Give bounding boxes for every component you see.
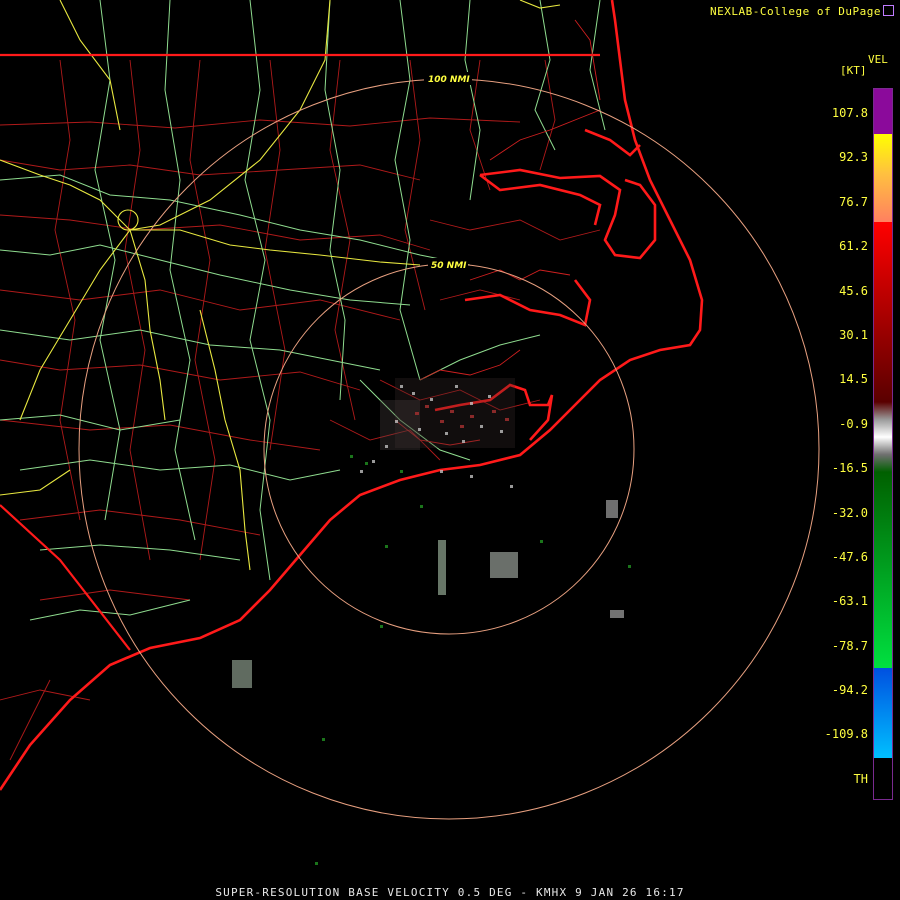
legend-label: -63.1	[831, 594, 868, 608]
legend-title: VEL	[868, 53, 888, 66]
velocity-color-bar	[873, 88, 893, 800]
legend-label: 92.3	[839, 150, 868, 164]
coastline	[0, 0, 704, 791]
product-caption: SUPER-RESOLUTION BASE VELOCITY 0.5 DEG -…	[215, 886, 685, 899]
legend-segment-orange	[874, 174, 892, 222]
legend-segment-green	[874, 472, 892, 668]
ring-100nmi	[78, 78, 820, 820]
highways	[0, 0, 606, 621]
legend-label: 107.8	[831, 106, 868, 120]
legend-label: -47.6	[831, 550, 868, 564]
ring-label-50: 50 NMI	[431, 261, 467, 271]
legend-segment-red	[874, 222, 892, 402]
legend-unit: [KT]	[840, 64, 867, 77]
legend-segment-yellow	[874, 134, 892, 174]
legend-label: -109.8	[824, 727, 868, 741]
legend-segment-purple	[874, 89, 892, 134]
legend-label: -32.0	[831, 506, 868, 520]
legend-label: -94.2	[831, 683, 868, 697]
legend-label: 61.2	[839, 239, 868, 253]
legend-label: -0.9	[839, 417, 868, 431]
logo-icon	[883, 5, 894, 16]
credit-label: NEXLAB-College of DuPage	[710, 4, 894, 18]
legend-label: 30.1	[839, 328, 868, 342]
legend-label: TH	[853, 772, 868, 786]
legend-segment-blue	[874, 668, 892, 758]
legend-label: -16.5	[831, 461, 868, 475]
legend-label: 45.6	[839, 284, 868, 298]
legend-segment-gray	[874, 402, 892, 472]
range-rings	[78, 78, 820, 820]
legend-label: -78.7	[831, 639, 868, 653]
radar-map: 100 NMI 50 NMI	[0, 0, 820, 865]
legend-label: 76.7	[839, 195, 868, 209]
ring-50nmi	[263, 263, 635, 635]
ring-label-100: 100 NMI	[428, 75, 470, 85]
credit-text: NEXLAB-College of DuPage	[710, 5, 881, 18]
legend-segment-th	[874, 758, 892, 799]
legend-label: 14.5	[839, 372, 868, 386]
